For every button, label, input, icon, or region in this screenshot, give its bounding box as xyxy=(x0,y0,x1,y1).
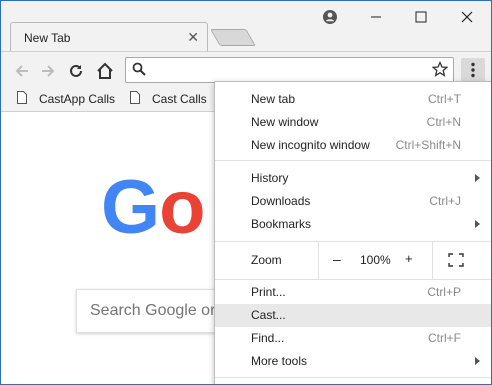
new-tab-button[interactable] xyxy=(210,29,256,46)
menu-item-new-window[interactable]: New window Ctrl+N xyxy=(215,111,491,134)
menu-item-label: More tools xyxy=(251,354,308,368)
zoom-out-button[interactable]: – xyxy=(333,251,341,267)
submenu-arrow-icon xyxy=(475,357,480,365)
bookmark-label: Cast Calls xyxy=(152,92,207,106)
menu-separator xyxy=(215,160,491,161)
menu-item-shortcut: Ctrl+T xyxy=(428,92,461,106)
fullscreen-icon[interactable] xyxy=(448,253,464,267)
title-bar: New Tab ✕ xyxy=(1,1,491,52)
page-icon xyxy=(130,91,140,107)
maximize-icon[interactable] xyxy=(409,7,433,27)
menu-item-history[interactable]: History xyxy=(215,167,491,190)
search-placeholder: Search Google or xyxy=(90,302,216,319)
menu-item-bookmarks[interactable]: Bookmarks xyxy=(215,213,491,236)
menu-item-label: New window xyxy=(251,115,319,129)
menu-item-shortcut: Ctrl+J xyxy=(429,194,461,208)
browser-window: New Tab ✕ CastApp Calls Cast Calls Go Se… xyxy=(0,0,492,385)
menu-item-new-tab[interactable]: New tab Ctrl+T xyxy=(215,88,491,111)
menu-separator xyxy=(215,279,491,280)
menu-item-print[interactable]: Print... Ctrl+P xyxy=(215,281,491,304)
menu-item-shortcut: Ctrl+Shift+N xyxy=(395,138,461,152)
logo-letter-o: o xyxy=(159,165,205,250)
menu-item-shortcut: Ctrl+N xyxy=(426,115,461,129)
menu-item-label: Bookmarks xyxy=(251,217,312,231)
menu-item-label: Downloads xyxy=(251,194,311,208)
menu-item-label: New tab xyxy=(251,92,296,106)
tab-new-tab[interactable]: New Tab ✕ xyxy=(10,22,208,52)
logo-letter-g: G xyxy=(101,165,160,250)
menu-item-new-incognito-window[interactable]: New incognito window Ctrl+Shift+N xyxy=(215,134,491,157)
back-arrow-icon[interactable] xyxy=(11,60,33,82)
profile-icon[interactable] xyxy=(318,7,342,27)
address-bar[interactable] xyxy=(125,57,454,83)
menu-item-downloads[interactable]: Downloads Ctrl+J xyxy=(215,190,491,213)
zoom-in-button[interactable]: + xyxy=(405,251,413,266)
submenu-arrow-icon xyxy=(475,220,480,228)
close-window-icon[interactable] xyxy=(455,7,479,27)
zoom-label: Zoom xyxy=(251,253,282,267)
menu-item-label: New incognito window xyxy=(251,138,370,152)
forward-arrow-icon[interactable] xyxy=(37,60,59,82)
search-icon xyxy=(132,62,146,79)
menu-item-label: History xyxy=(251,171,289,185)
page-icon xyxy=(17,91,27,107)
menu-separator xyxy=(215,377,491,378)
bookmark-castapp-calls[interactable]: CastApp Calls xyxy=(17,91,115,107)
minimize-icon[interactable] xyxy=(364,7,388,27)
google-logo: Go xyxy=(101,170,206,246)
chrome-menu: New tab Ctrl+T New window Ctrl+N New inc… xyxy=(214,81,491,384)
menu-kebab-icon[interactable] xyxy=(461,58,485,82)
bookmark-cast-calls[interactable]: Cast Calls xyxy=(130,91,207,107)
bookmark-star-icon[interactable] xyxy=(431,60,449,80)
menu-item-cast[interactable]: Cast... xyxy=(215,304,491,327)
zoom-level: 100% xyxy=(360,253,391,267)
tab-title: New Tab xyxy=(24,31,71,45)
submenu-arrow-icon xyxy=(475,174,480,182)
zoom-row: Zoom – 100% + xyxy=(215,242,491,279)
home-icon[interactable] xyxy=(94,60,116,82)
menu-item-label: Print... xyxy=(251,285,286,299)
menu-item-shortcut: Ctrl+F xyxy=(428,331,461,345)
reload-icon[interactable] xyxy=(65,60,87,82)
menu-item-more-tools[interactable]: More tools xyxy=(215,350,491,373)
menu-item-label: Find... xyxy=(251,331,285,345)
menu-item-label: Cast... xyxy=(251,308,286,322)
bookmark-label: CastApp Calls xyxy=(39,92,116,106)
tab-close-icon[interactable]: ✕ xyxy=(187,29,199,46)
menu-item-find[interactable]: Find... Ctrl+F xyxy=(215,327,491,350)
menu-item-shortcut: Ctrl+P xyxy=(427,285,461,299)
